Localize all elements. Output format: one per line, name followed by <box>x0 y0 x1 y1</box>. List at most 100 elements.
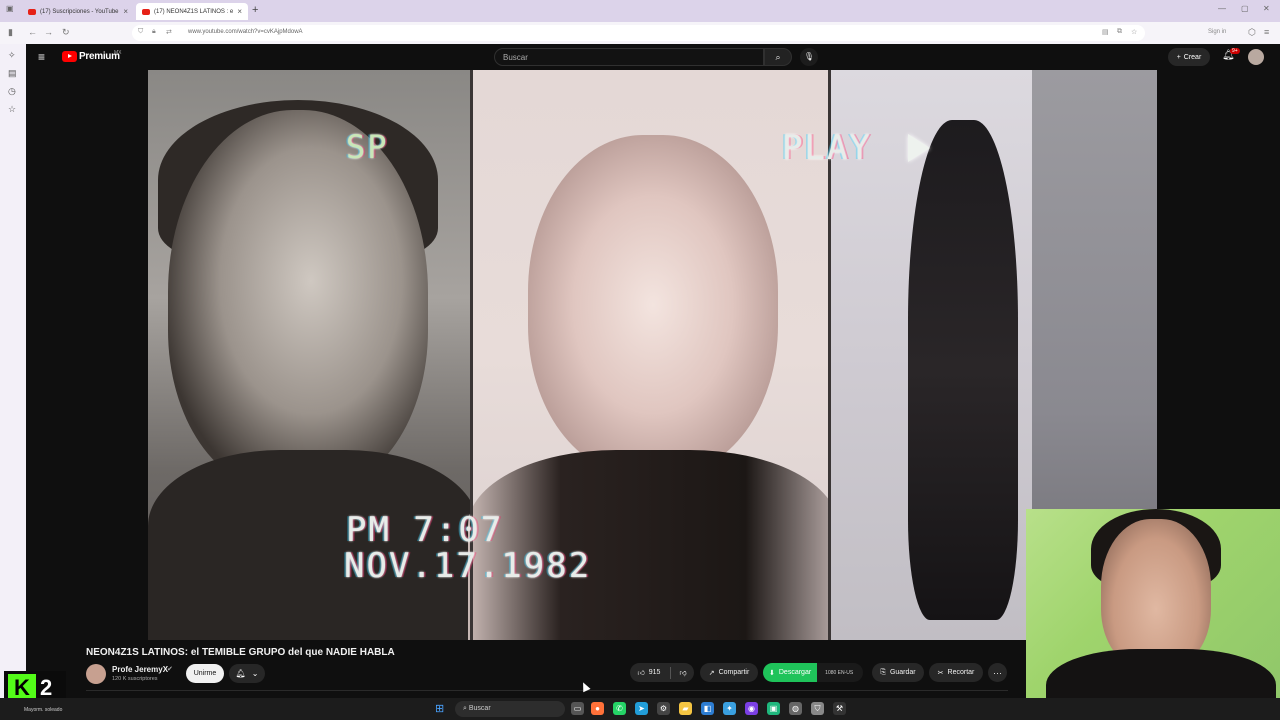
tab-current-video[interactable]: (17) NEON4Z1S LATINOS : e × <box>136 3 248 20</box>
share-button[interactable]: ↗ Compartir <box>700 663 758 682</box>
thumbs-down-icon: 👎︎ <box>679 670 687 677</box>
youtube-favicon-icon <box>142 8 150 15</box>
sidebar-toggle-icon[interactable]: ▮ <box>8 27 13 38</box>
maximize-icon[interactable]: ▢ <box>1241 4 1249 13</box>
search-placeholder: Buscar <box>503 53 528 62</box>
picture-in-picture-icon[interactable]: ⧉ <box>1117 28 1122 36</box>
channel-name[interactable]: Profe JeremyX <box>112 665 168 674</box>
shield-icon[interactable]: ⛉ <box>138 28 143 36</box>
youtube-play-icon <box>62 51 77 62</box>
video-frame[interactable]: SP PLAY PM 7:07 NOV.17.1982 <box>148 70 1157 640</box>
armed-figure-silhouette <box>908 120 1018 620</box>
taskbar-search-label: Buscar <box>468 705 491 712</box>
clip-button[interactable]: ✂ Recortar <box>929 663 983 682</box>
windows-start-icon[interactable]: ⊞ <box>435 702 444 715</box>
save-button[interactable]: ⎘ Guardar <box>872 663 924 682</box>
notification-count-badge: 9+ <box>1230 48 1240 54</box>
close-tab-icon[interactable]: × <box>237 7 242 16</box>
browser-sidebar: ✧ ▤ ◷ ☆ <box>0 44 26 698</box>
verified-icon: ✔ <box>167 666 173 673</box>
telegram-icon[interactable]: ➤ <box>635 702 648 715</box>
close-window-icon[interactable]: ✕ <box>1263 4 1270 13</box>
download-quality[interactable]: 1080 EN-US <box>825 670 853 676</box>
vhs-play-label: PLAY <box>782 128 872 168</box>
voice-search-button[interactable]: 🎙︎ <box>800 48 818 66</box>
join-button[interactable]: Unirme <box>186 664 224 683</box>
lock-icon[interactable]: 🔒︎ <box>152 28 156 36</box>
ai-chat-icon[interactable]: ✧ <box>8 50 16 61</box>
download-button[interactable]: ⬇ Descargar 1080 EN-US <box>763 663 863 682</box>
url-text: www.youtube.com/watch?v=cvKAjpMdowA <box>188 29 303 35</box>
face-shape <box>528 135 778 475</box>
coat-shape <box>468 450 838 640</box>
tab-subscriptions[interactable]: (17) Suscripciones - YouTube × <box>22 3 134 20</box>
sign-in-link[interactable]: Sign in <box>1208 29 1226 35</box>
windows-taskbar: Mayorm. soleado ⊞ ⌕ Buscar ▭ ● ✆ ➤ ⚙ ▰ ◧… <box>0 698 1280 720</box>
vhs-play-icon <box>908 134 930 162</box>
search-button[interactable]: ⌕ <box>764 48 792 66</box>
tab-actions-icon[interactable]: ▣ <box>6 4 14 13</box>
bookmark-star-icon[interactable]: ☆ <box>1131 28 1137 36</box>
weather-widget[interactable]: Mayorm. soleado <box>24 707 62 713</box>
search-input[interactable]: Buscar <box>494 48 764 66</box>
minimize-icon[interactable]: — <box>1218 4 1226 13</box>
create-button[interactable]: + Crear <box>1168 48 1210 66</box>
vhs-date: NOV.17.1982 <box>344 546 592 586</box>
tools-app-icon[interactable]: ⚒ <box>833 702 846 715</box>
game-app-icon[interactable]: ◍ <box>789 702 802 715</box>
history-icon[interactable]: ◷ <box>8 86 16 97</box>
microphone-icon: 🎙︎ <box>803 52 815 61</box>
like-dislike-group: 👍︎ 915 👎︎ <box>630 663 694 682</box>
face-shape <box>1101 519 1211 669</box>
like-count: 915 <box>648 669 661 676</box>
like-button[interactable]: 👍︎ 915 <box>637 668 660 677</box>
plus-icon: + <box>1176 53 1181 61</box>
task-view-icon[interactable]: ▭ <box>571 702 584 715</box>
search-icon: ⌕ <box>775 52 781 62</box>
section-divider <box>86 690 1008 691</box>
youtube-logo[interactable]: Premium <box>62 51 120 62</box>
share-icon: ↗ <box>708 669 715 677</box>
obs-app-icon[interactable]: ◉ <box>745 702 758 715</box>
store-icon[interactable]: ◧ <box>701 702 714 715</box>
permissions-icon[interactable]: ⇄ <box>166 28 172 36</box>
browser-toolbar: ▮ ← → ↻ ⛉ 🔒︎ ⇄ www.youtube.com/watch?v=c… <box>0 22 1280 44</box>
forward-icon[interactable]: → <box>44 27 53 37</box>
hamburger-menu-icon[interactable]: ≡ <box>38 51 45 63</box>
bookmark-icon: ⎘ <box>880 668 886 676</box>
download-action[interactable]: ⬇ Descargar <box>763 663 818 682</box>
bookmarks-icon[interactable]: ☆ <box>8 104 16 115</box>
youtube-favicon-icon <box>28 8 36 15</box>
extensions-icon[interactable]: ⬡ <box>1248 27 1256 38</box>
shield-app-icon[interactable]: ⛉ <box>811 702 824 715</box>
close-tab-icon[interactable]: × <box>123 7 128 16</box>
region-code: MX <box>114 50 122 56</box>
more-actions-button[interactable]: ··· <box>988 663 1007 682</box>
firefox-icon[interactable]: ● <box>591 702 604 715</box>
reading-list-icon[interactable]: ▤ <box>8 68 17 79</box>
video-title: NEON4Z1S LATINOS: el TEMIBLE GRUPO del q… <box>86 647 395 658</box>
reload-icon[interactable]: ↻ <box>62 27 70 38</box>
dislike-button[interactable]: 👎︎ <box>679 668 686 677</box>
address-bar[interactable]: ⛉ 🔒︎ ⇄ www.youtube.com/watch?v=cvKAjpMdo… <box>132 25 1145 41</box>
user-avatar[interactable] <box>1248 49 1264 65</box>
tab-title: (17) NEON4Z1S LATINOS : e <box>154 8 234 15</box>
back-icon[interactable]: ← <box>28 27 37 37</box>
channel-avatar[interactable] <box>86 664 106 684</box>
clip-label: Recortar <box>947 669 975 676</box>
bird-app-icon[interactable]: ✦ <box>723 702 736 715</box>
notification-settings-button[interactable]: 🔔︎ ⌄ <box>229 664 265 683</box>
new-tab-button[interactable]: + <box>252 4 258 16</box>
download-label: Descargar <box>778 669 812 676</box>
chevron-down-icon: ⌄ <box>251 669 259 678</box>
thumbs-up-icon: 👍︎ <box>637 670 645 677</box>
taskbar-search[interactable]: ⌕ Buscar <box>455 701 565 717</box>
menu-icon[interactable]: ≡ <box>1264 27 1269 37</box>
browser-tab-strip: ▣ (17) Suscripciones - YouTube × (17) NE… <box>0 0 1280 22</box>
settings-gear-icon[interactable]: ⚙ <box>657 702 670 715</box>
chat-app-icon[interactable]: ▣ <box>767 702 780 715</box>
whatsapp-icon[interactable]: ✆ <box>613 702 626 715</box>
file-explorer-icon[interactable]: ▰ <box>679 702 692 715</box>
vhs-time: PM 7:07 <box>346 510 504 550</box>
reader-view-icon[interactable]: ▤ <box>1102 28 1109 36</box>
